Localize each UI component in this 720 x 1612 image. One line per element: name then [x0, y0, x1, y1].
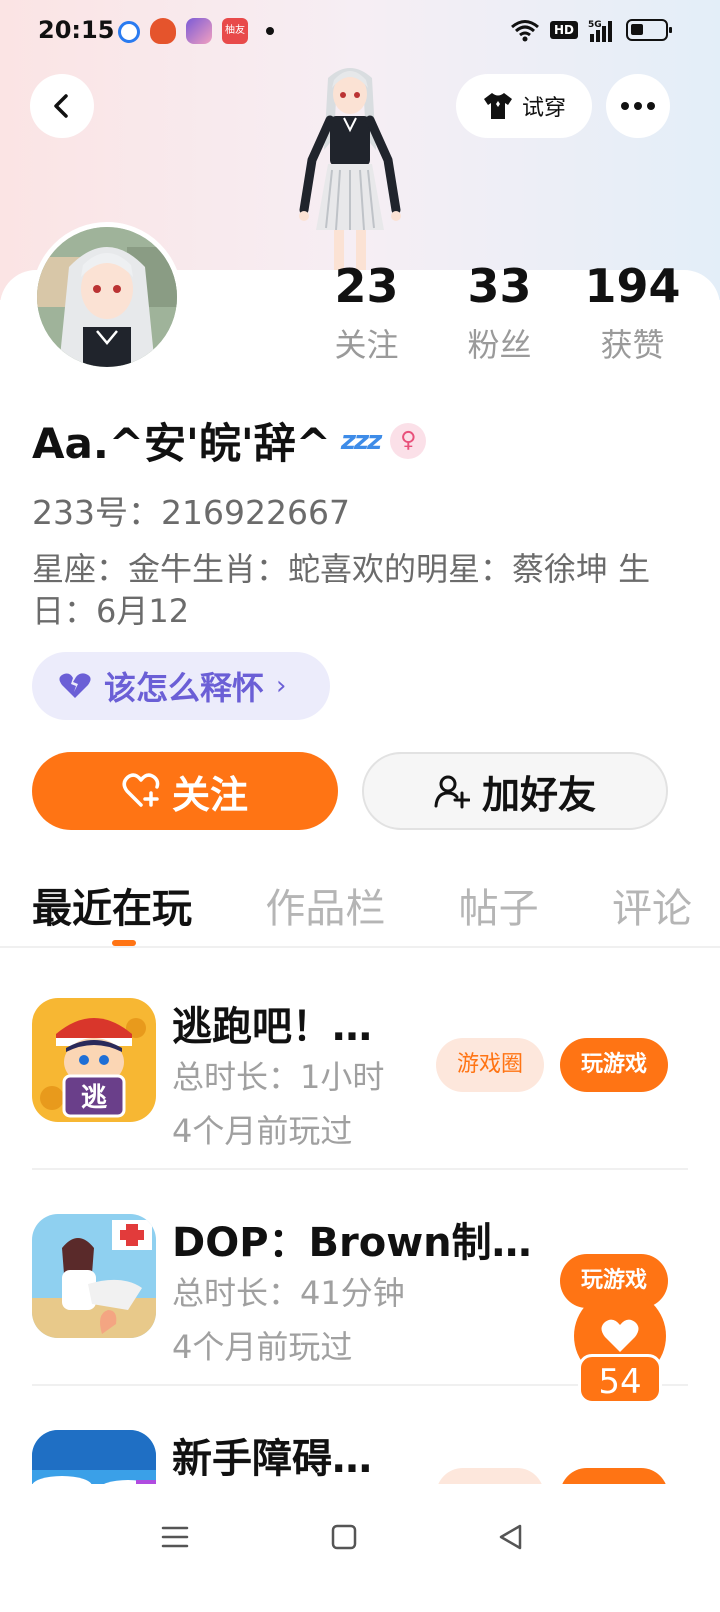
sleeping-zzz-icon: zzz	[340, 425, 382, 456]
like-count-badge: 54	[578, 1354, 662, 1404]
system-icons: HD 5G	[510, 18, 672, 42]
avatar[interactable]	[32, 222, 182, 372]
notification-icons: 柚友	[118, 18, 274, 44]
add-friend-button[interactable]: 加好友	[362, 752, 668, 830]
list-item[interactable]: 逃 逃跑吧！… 总时长：1小时 4个月前玩过 游戏圈 玩游戏	[32, 970, 688, 1170]
back-button[interactable]	[30, 74, 94, 138]
heart-plus-icon	[122, 773, 160, 807]
status-bar: 20:15 柚友 HD 5G	[0, 0, 720, 64]
user-bio: 星座：金牛生肖：蛇喜欢的明星：蔡徐坤 生日：6月12	[32, 550, 651, 630]
game-title: DOP：Brown制…	[172, 1220, 532, 1266]
chevron-right-icon: ›	[276, 671, 287, 701]
more-dots-icon	[621, 102, 655, 110]
name-row: Aa.^安'皖'辞^ zzz ♀	[32, 410, 427, 471]
game-duration: 总时长：1小时	[172, 1058, 385, 1096]
character-avatar-figure[interactable]	[280, 60, 420, 280]
broken-heart-icon	[59, 673, 91, 698]
tab-recently-played[interactable]: 最近在玩	[32, 876, 192, 934]
user-id[interactable]: 233号：216922667	[32, 486, 350, 534]
game-last-played: 4个月前玩过	[172, 1328, 353, 1366]
stat-label: 粉丝	[467, 326, 532, 364]
game-cover-image	[32, 1430, 156, 1484]
chat-notification-icon: 柚友	[222, 18, 248, 44]
back-triangle-icon[interactable]	[496, 1522, 526, 1552]
stat-value: 194	[584, 259, 681, 313]
female-gender-icon: ♀	[390, 422, 427, 459]
list-divider	[32, 1168, 688, 1170]
system-navigation-bar	[0, 1484, 720, 1612]
stat-value: 23	[334, 259, 399, 313]
app-notification-icon	[150, 18, 176, 44]
add-friend-label: 加好友	[481, 772, 596, 817]
game-circle-button[interactable]	[436, 1468, 544, 1484]
hd-voice-icon: HD	[549, 21, 578, 39]
try-on-button[interactable]: 试穿	[456, 74, 592, 138]
tshirt-icon	[483, 93, 512, 119]
cellular-signal-icon: 5G	[588, 20, 612, 42]
home-square-icon[interactable]	[330, 1522, 358, 1552]
game-notification-icon	[186, 18, 212, 44]
avatar-image	[37, 227, 177, 367]
more-notifications-dot	[266, 27, 274, 35]
play-game-button[interactable]: 玩游戏	[560, 1038, 668, 1092]
play-game-button[interactable]	[560, 1468, 668, 1484]
game-icon	[32, 1214, 156, 1338]
profile-tabs: 最近在玩 作品栏 帖子 评论	[32, 876, 692, 934]
battery-icon	[626, 19, 672, 41]
tab-works[interactable]: 作品栏	[265, 876, 385, 934]
status-time: 20:15	[38, 16, 115, 44]
game-cover-image	[32, 1214, 156, 1338]
mood-text: 该怎么释怀	[104, 669, 265, 707]
browser-notification-icon	[118, 21, 140, 43]
wifi-icon	[511, 20, 539, 42]
username: Aa.^安'皖'辞^	[32, 419, 331, 468]
stat-label: 获赞	[600, 326, 665, 364]
game-icon	[32, 1430, 156, 1484]
game-cover-image: 逃	[32, 998, 156, 1122]
game-icon: 逃	[32, 998, 156, 1122]
game-duration: 总时长：41分钟	[172, 1274, 405, 1312]
stat-label: 关注	[334, 326, 399, 364]
more-options-button[interactable]	[606, 74, 670, 138]
follow-label: 关注	[171, 772, 248, 817]
stat-followers[interactable]: 33 粉丝	[433, 258, 566, 366]
stat-likes[interactable]: 194 获赞	[566, 258, 699, 366]
stat-value: 33	[467, 259, 532, 313]
try-on-label: 试穿	[521, 96, 566, 121]
stat-following[interactable]: 23 关注	[300, 258, 433, 366]
heart-icon	[601, 1319, 639, 1352]
game-title: 逃跑吧！…	[172, 1004, 372, 1050]
mood-status-pill[interactable]: 该怎么释怀 ›	[32, 652, 330, 720]
svg-text:5G: 5G	[588, 20, 602, 30]
menu-icon[interactable]	[160, 1522, 190, 1552]
tab-comments[interactable]: 评论	[612, 876, 692, 934]
tabs-divider	[0, 946, 720, 948]
game-last-played: 4个月前玩过	[172, 1112, 353, 1150]
game-icon-label: 逃	[81, 1083, 107, 1113]
game-title: 新手障碍…	[172, 1436, 372, 1482]
add-user-icon	[434, 775, 470, 809]
follow-button[interactable]: 关注	[32, 752, 338, 830]
profile-stats: 23 关注 33 粉丝 194 获赞	[300, 258, 700, 366]
game-circle-button[interactable]: 游戏圈	[436, 1038, 544, 1092]
back-arrow-icon	[54, 94, 68, 118]
tab-posts[interactable]: 帖子	[459, 876, 539, 934]
list-item[interactable]: 新手障碍…	[32, 1402, 688, 1484]
